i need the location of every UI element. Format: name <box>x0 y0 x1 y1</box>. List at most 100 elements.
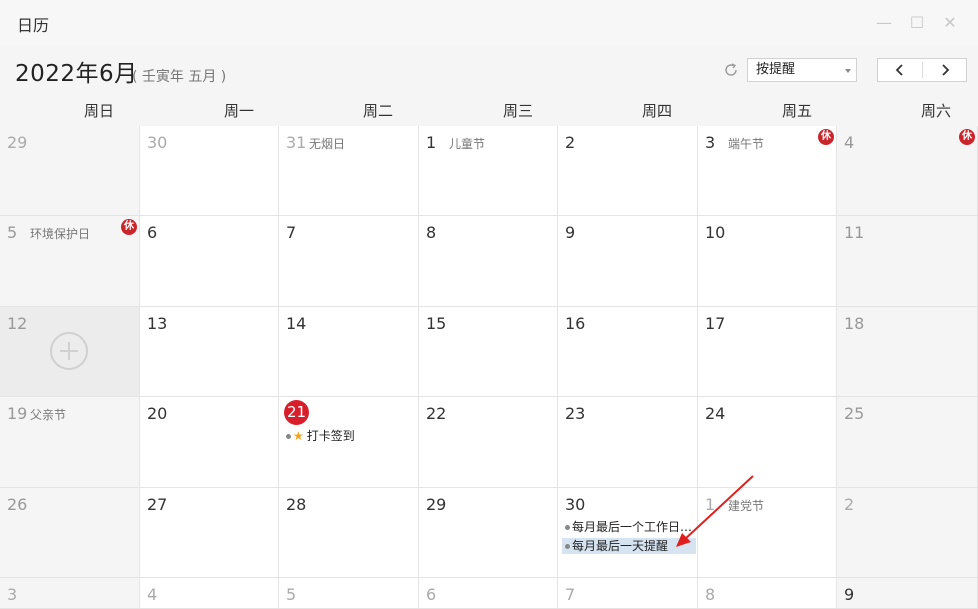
day-cell[interactable]: 8 <box>419 216 558 307</box>
day-cell[interactable]: 29 <box>419 488 558 578</box>
refresh-icon[interactable] <box>723 62 739 78</box>
app-title: 日历 <box>17 16 50 35</box>
day-cell[interactable]: 23 <box>558 397 698 488</box>
day-number: 17 <box>705 314 726 333</box>
day-cell[interactable]: 22 <box>419 397 558 488</box>
today-marker: 21 <box>284 400 309 425</box>
day-number: 4 <box>844 133 855 152</box>
day-number: 5 <box>7 223 18 242</box>
day-number: 9 <box>565 223 576 242</box>
weekday-sat: 周六 <box>920 102 951 120</box>
chevron-down-icon <box>845 69 851 73</box>
day-cell[interactable]: 1 建党节 <box>698 488 837 578</box>
day-number: 8 <box>426 223 437 242</box>
day-cell[interactable]: 5 <box>279 578 419 609</box>
holiday-label: 儿童节 <box>449 137 486 151</box>
day-number: 5 <box>286 585 297 604</box>
day-cell[interactable]: 19 父亲节 <box>0 397 140 488</box>
day-cell[interactable]: 13 <box>140 307 279 397</box>
day-cell[interactable]: 3 <box>0 578 140 609</box>
day-cell[interactable]: 16 <box>558 307 698 397</box>
day-cell[interactable]: 15 <box>419 307 558 397</box>
holiday-label: 环境保护日 <box>30 227 91 241</box>
weekday-fri: 周五 <box>781 102 812 120</box>
day-cell[interactable]: 10 <box>698 216 837 307</box>
event-item[interactable]: 每月最后一个工作日… <box>562 519 692 535</box>
day-number: 3 <box>705 133 716 152</box>
day-cell[interactable]: 17 <box>698 307 837 397</box>
holiday-label: 端午节 <box>728 137 765 151</box>
close-icon[interactable]: ✕ <box>940 12 960 34</box>
day-cell[interactable]: 4 <box>140 578 279 609</box>
day-cell[interactable]: 14 <box>279 307 419 397</box>
day-number: 22 <box>426 404 447 423</box>
day-number: 1 <box>705 495 716 514</box>
weekday-mon: 周一 <box>223 102 254 120</box>
event-item[interactable]: ★ 打卡签到 <box>283 428 355 444</box>
event-item[interactable]: 每月最后一天提醒 <box>562 538 696 554</box>
day-number: 8 <box>705 585 716 604</box>
day-cell[interactable]: 7 <box>558 578 698 609</box>
day-number: 15 <box>426 314 447 333</box>
event-label: 每月最后一天提醒 <box>572 539 669 553</box>
prev-month-button[interactable] <box>878 59 922 81</box>
event-label: 打卡签到 <box>306 429 355 443</box>
day-number: 6 <box>426 585 437 604</box>
day-cell[interactable]: 30 <box>140 126 279 216</box>
day-number: 4 <box>147 585 158 604</box>
day-cell[interactable]: 6 <box>140 216 279 307</box>
day-number: 13 <box>147 314 168 333</box>
star-icon: ★ <box>293 429 304 443</box>
day-cell[interactable]: 3 端午节 休 <box>698 126 837 216</box>
holiday-label: 父亲节 <box>30 408 67 422</box>
view-mode-select[interactable]: 按提醒 <box>747 58 857 82</box>
lunar-year-text: ( 壬寅年 五月 ) <box>132 69 227 85</box>
day-cell[interactable]: 31 无烟日 <box>279 126 419 216</box>
rest-day-badge: 休 <box>818 129 834 145</box>
day-number: 12 <box>7 314 28 333</box>
day-number: 1 <box>426 133 437 152</box>
day-cell[interactable]: 11 <box>837 216 978 307</box>
day-cell[interactable]: 2 <box>558 126 698 216</box>
next-month-button[interactable] <box>923 59 967 81</box>
day-cell[interactable]: 25 <box>837 397 978 488</box>
day-cell[interactable]: 5 环境保护日 休 <box>0 216 140 307</box>
day-number: 26 <box>7 495 28 514</box>
weekday-header: 周日 周一 周二 周三 周四 周五 周六 <box>0 96 978 126</box>
day-cell[interactable]: 9 <box>837 578 978 609</box>
day-cell[interactable]: 8 <box>698 578 837 609</box>
maximize-icon[interactable]: ☐ <box>907 12 927 34</box>
day-cell[interactable]: 24 <box>698 397 837 488</box>
day-cell[interactable]: 9 <box>558 216 698 307</box>
day-number: 7 <box>286 223 297 242</box>
weekday-thu: 周四 <box>641 102 672 120</box>
day-cell[interactable]: 12 <box>0 307 140 397</box>
day-cell[interactable]: 29 <box>0 126 140 216</box>
minimize-icon[interactable]: — <box>874 12 894 34</box>
day-cell[interactable]: 6 <box>419 578 558 609</box>
day-number: 2 <box>565 133 576 152</box>
day-number: 25 <box>844 404 865 423</box>
chevron-right-icon <box>942 64 950 76</box>
day-cell[interactable]: 26 <box>0 488 140 578</box>
day-cell[interactable]: 1 儿童节 <box>419 126 558 216</box>
day-number: 16 <box>565 314 586 333</box>
day-cell[interactable]: 7 <box>279 216 419 307</box>
month-nav <box>877 58 967 82</box>
day-cell[interactable]: 2 <box>837 488 978 578</box>
day-cell[interactable]: 4休 <box>837 126 978 216</box>
day-cell[interactable]: 20 <box>140 397 279 488</box>
rest-day-badge: 休 <box>959 129 975 145</box>
month-grid: 29 30 31 无烟日 1 儿童节 2 3 端午节休 4 休 5 环境保护日休 6 7 8 9 10 11 12 13… <box>0 126 978 609</box>
add-icon[interactable] <box>50 332 88 370</box>
day-cell[interactable]: 18 <box>837 307 978 397</box>
day-cell[interactable]: 28 <box>279 488 419 578</box>
month-title: 2022年6月 <box>15 61 138 87</box>
chevron-left-icon <box>895 64 903 76</box>
weekday-sun: 周日 <box>83 102 114 120</box>
day-number: 2 <box>844 495 855 514</box>
day-cell[interactable]: 21 ★ 打卡签到 <box>279 397 419 488</box>
day-cell[interactable]: 30 每月最后一个工作日… 每月最后一天提醒 <box>558 488 698 578</box>
day-cell[interactable]: 27 <box>140 488 279 578</box>
day-number: 24 <box>705 404 726 423</box>
